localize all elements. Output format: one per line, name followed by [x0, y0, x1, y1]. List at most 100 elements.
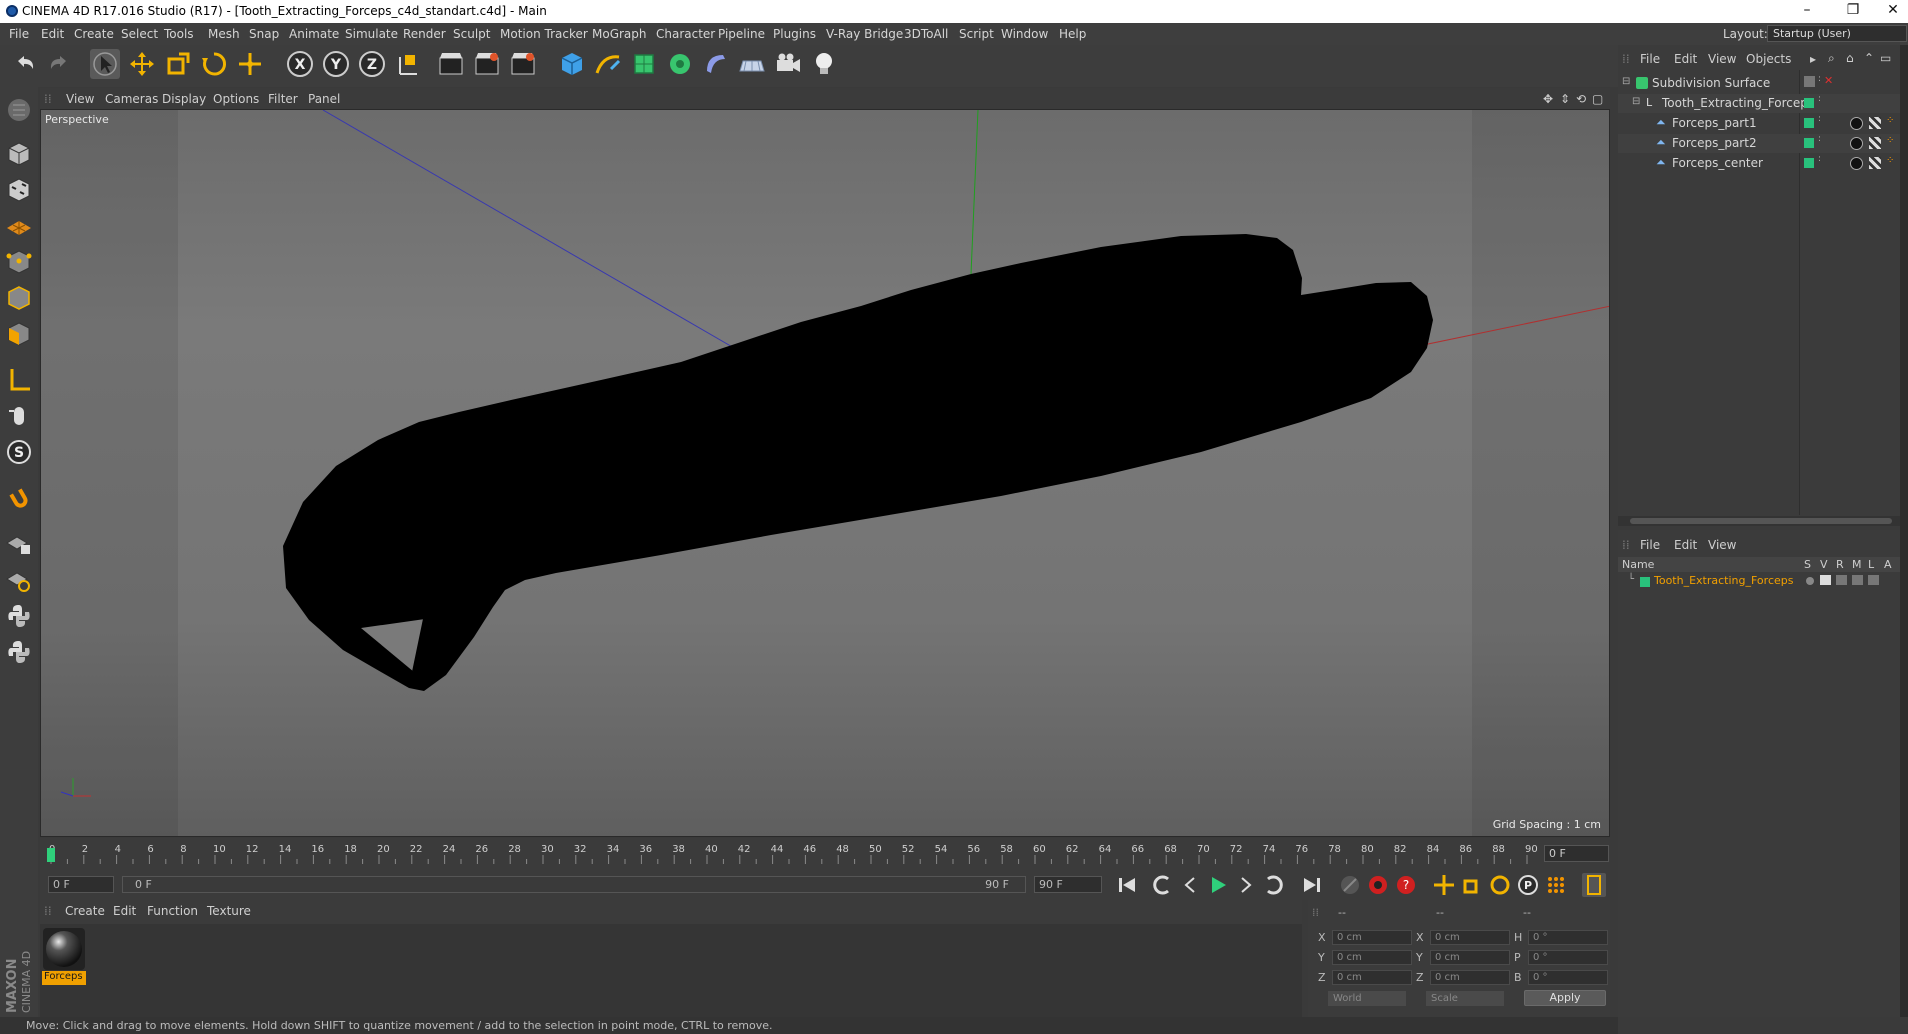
cloner-icon[interactable] — [665, 49, 695, 79]
menu-render[interactable]: Render — [403, 27, 446, 41]
render-view-icon[interactable] — [436, 49, 466, 79]
object-home-icon[interactable]: ⌂ — [1846, 51, 1854, 65]
light-icon[interactable] — [809, 49, 839, 79]
layer-menu-file[interactable]: File — [1640, 538, 1660, 552]
menu-window[interactable]: Window — [1001, 27, 1048, 41]
material-preview-swatch[interactable] — [43, 928, 85, 970]
3d-viewport[interactable]: Perspective Grid Spacing : 1 cm — [40, 109, 1610, 837]
object-row-forceps-part2[interactable]: ⏶ Forceps_part2 : ⁘ — [1618, 134, 1908, 153]
transform-tool-icon[interactable] — [235, 49, 265, 79]
record-active-icon[interactable] — [1366, 873, 1390, 897]
start-frame-field[interactable]: 0 F — [48, 876, 114, 893]
prev-frame-icon[interactable] — [1178, 873, 1202, 897]
layer-color-tag[interactable] — [1804, 138, 1814, 148]
phong-tag-icon[interactable]: ⁘ — [1886, 155, 1894, 166]
column-name[interactable]: Name — [1622, 558, 1654, 571]
python-script-2-icon[interactable] — [4, 637, 34, 667]
apply-button[interactable]: Apply — [1524, 990, 1606, 1006]
object-menu-edit[interactable]: Edit — [1674, 52, 1697, 66]
menu-select[interactable]: Select — [121, 27, 158, 41]
locked-workplane-icon[interactable] — [4, 529, 34, 559]
x-axis-lock-icon[interactable]: X — [285, 49, 315, 79]
y-axis-lock-icon[interactable]: Y — [321, 49, 351, 79]
object-panel-icon[interactable]: ▭ — [1880, 51, 1891, 65]
key-scale-icon[interactable] — [1460, 873, 1484, 897]
menu-mograph[interactable]: MoGraph — [592, 27, 647, 41]
menu-edit[interactable]: Edit — [41, 27, 64, 41]
viewport-menu-filter[interactable]: Filter — [268, 92, 298, 106]
texture-mode-icon[interactable] — [4, 175, 34, 205]
object-row-subdivision-surface[interactable]: ⊟ Subdivision Surface : ✕ — [1618, 74, 1908, 93]
viewport-menu-display[interactable]: Display — [162, 92, 206, 106]
viewport-menu-view[interactable]: View — [66, 92, 94, 106]
uvw-tag-icon[interactable] — [1869, 117, 1881, 129]
z-axis-lock-icon[interactable]: Z — [357, 49, 387, 79]
layer-row-tooth-extracting-forceps[interactable]: └ Tooth_Extracting_Forceps — [1618, 574, 1908, 590]
next-key-icon[interactable] — [1262, 873, 1286, 897]
object-menu-objects[interactable]: Objects — [1746, 52, 1791, 66]
material-tag-icon[interactable] — [1850, 157, 1863, 170]
disabled-check-icon[interactable]: ✕ — [1824, 74, 1833, 87]
layer-color-swatch[interactable] — [1640, 577, 1650, 587]
viewport-maximize-icon[interactable]: ▢ — [1592, 92, 1603, 106]
coord-b-field[interactable]: 0 ° — [1528, 970, 1608, 985]
viewport-move-icon[interactable]: ✥ — [1543, 92, 1553, 106]
menu-sculpt[interactable]: Sculpt — [453, 27, 490, 41]
python-script-icon[interactable] — [4, 601, 34, 631]
menu-create[interactable]: Create — [74, 27, 114, 41]
menu-simulate[interactable]: Simulate — [345, 27, 398, 41]
viewport-menu-options[interactable]: Options — [213, 92, 259, 106]
object-up-icon[interactable]: ⌃ — [1864, 51, 1874, 65]
play-icon[interactable] — [1206, 873, 1230, 897]
menu-file[interactable]: File — [9, 27, 29, 41]
points-mode-icon[interactable] — [4, 247, 34, 277]
uvw-tag-icon[interactable] — [1869, 157, 1881, 169]
redo-icon[interactable] — [44, 49, 74, 79]
object-menu-file[interactable]: File — [1640, 52, 1660, 66]
tweak-mode-icon[interactable] — [4, 401, 34, 431]
visibility-dots-icon[interactable]: : — [1818, 114, 1821, 124]
key-position-icon[interactable] — [1432, 873, 1456, 897]
material-tag-icon[interactable] — [1850, 117, 1863, 130]
layer-solo-icon[interactable] — [1806, 577, 1814, 585]
prev-key-icon[interactable] — [1150, 873, 1174, 897]
go-to-end-icon[interactable] — [1300, 873, 1324, 897]
menu-mesh[interactable]: Mesh — [208, 27, 240, 41]
layer-name[interactable]: Tooth_Extracting_Forceps — [1654, 574, 1793, 587]
menu-3dtoall[interactable]: 3DToAll — [904, 27, 948, 41]
visibility-dots-icon[interactable]: : — [1818, 94, 1821, 104]
undo-icon[interactable] — [10, 49, 40, 79]
key-rotation-icon[interactable] — [1488, 873, 1512, 897]
render-picture-viewer-icon[interactable] — [472, 49, 502, 79]
current-frame-field[interactable]: 0 F — [1544, 845, 1609, 862]
viewport-rotate-icon[interactable]: ⟲ — [1576, 92, 1586, 106]
viewport-menu-cameras[interactable]: Cameras — [105, 92, 158, 106]
layer-render-icon[interactable] — [1836, 575, 1847, 585]
coord-sx-field[interactable]: 0 cm — [1430, 930, 1510, 945]
layer-manager-icon[interactable] — [1852, 575, 1863, 585]
object-search-icon[interactable]: ⌕ — [1828, 51, 1835, 66]
floor-environment-icon[interactable] — [737, 49, 767, 79]
column-solo[interactable]: S — [1804, 558, 1811, 571]
move-tool-icon[interactable] — [127, 49, 157, 79]
frame-range-slider[interactable]: 0 F 90 F — [122, 876, 1026, 893]
column-manager[interactable]: M — [1852, 558, 1862, 571]
model-mode-icon[interactable] — [4, 139, 34, 169]
column-animation[interactable]: A — [1884, 558, 1892, 571]
uvw-tag-icon[interactable] — [1869, 137, 1881, 149]
key-pla-icon[interactable] — [1544, 873, 1568, 897]
menu-character[interactable]: Character — [656, 27, 715, 41]
next-frame-icon[interactable] — [1234, 873, 1258, 897]
layer-visible-icon[interactable] — [1820, 575, 1831, 585]
make-editable-icon[interactable] — [4, 95, 34, 125]
polygons-mode-icon[interactable] — [4, 319, 34, 349]
material-menu-create[interactable]: Create — [65, 904, 105, 918]
playhead-marker[interactable] — [47, 848, 55, 862]
phong-tag-icon[interactable]: ⁘ — [1886, 115, 1894, 126]
menu-pipeline[interactable]: Pipeline — [718, 27, 765, 41]
menu-tools[interactable]: Tools — [164, 27, 194, 41]
render-settings-icon[interactable] — [508, 49, 538, 79]
planar-workplane-icon[interactable] — [4, 565, 34, 595]
scale-tool-icon[interactable] — [163, 49, 193, 79]
workplane-mode-icon[interactable] — [4, 211, 34, 241]
